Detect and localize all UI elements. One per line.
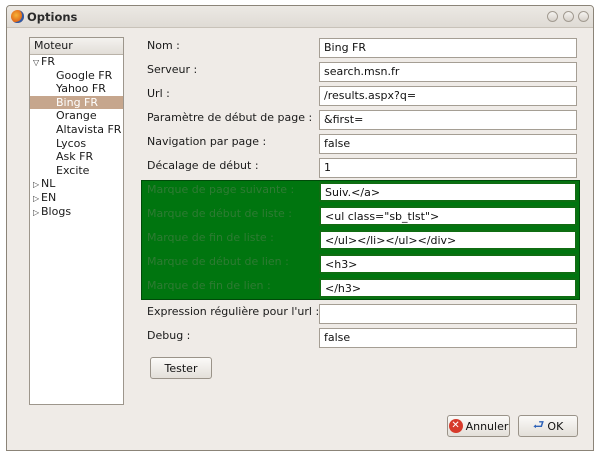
cancel-icon: ✕	[448, 419, 463, 433]
tree-group[interactable]: ▷ EN	[30, 191, 123, 205]
field-label: Url :	[147, 87, 170, 100]
tree-item-label: Orange	[56, 109, 97, 123]
field-label: Décalage de début :	[147, 159, 259, 172]
field-input[interactable]: Bing FR	[319, 38, 577, 58]
cancel-button-label: Annuler	[465, 419, 509, 433]
field-input[interactable]: </h3>	[319, 278, 577, 298]
tree-item-label: Bing FR	[56, 95, 99, 109]
firefox-icon	[11, 10, 24, 23]
tree-item-label: EN	[41, 190, 57, 204]
tree-item-label: Excite	[56, 163, 90, 177]
field-input[interactable]: <h3>	[319, 254, 577, 274]
expand-right-icon[interactable]: ▷	[33, 192, 41, 206]
field-label: Nom :	[147, 39, 180, 52]
field-label: Marque de début de liste :	[147, 207, 292, 220]
window-title: Options	[27, 10, 78, 24]
close-button[interactable]	[578, 11, 589, 22]
tree-item[interactable]: Bing FR	[30, 95, 123, 110]
ok-button-label: OK	[547, 419, 564, 433]
field-input[interactable]	[319, 304, 577, 324]
expand-right-icon[interactable]: ▷	[33, 178, 41, 192]
tree-item[interactable]: Orange	[30, 109, 123, 123]
tree-item-label: Yahoo FR	[56, 82, 106, 96]
field-label: Marque de fin de liste :	[147, 231, 274, 244]
tree-group[interactable]: ▷ NL	[30, 177, 123, 191]
tree-item-label: Google FR	[56, 68, 113, 82]
field-label: Expression régulière pour l'url :	[147, 305, 320, 318]
field-input[interactable]: search.msn.fr	[319, 62, 577, 82]
expand-down-icon[interactable]: ▽	[33, 56, 41, 70]
field-label: Serveur :	[147, 63, 198, 76]
field-label: Debug :	[147, 329, 191, 342]
test-button-label: Tester	[164, 361, 198, 375]
tree-item-label: NL	[41, 177, 56, 191]
minimize-button[interactable]	[547, 11, 558, 22]
field-input[interactable]: <ul class="sb_tlst">	[319, 206, 577, 226]
maximize-button[interactable]	[563, 11, 574, 22]
tree-group[interactable]: ▷ Blogs	[30, 205, 123, 219]
title-bar[interactable]: Options	[7, 6, 593, 28]
tree-item[interactable]: Yahoo FR	[30, 82, 123, 96]
tree-item-label: Blogs	[41, 204, 72, 218]
engine-tree-rows: ▽ FR Google FR Yahoo FR Bing FR Orange Altavis…	[30, 55, 123, 218]
ok-button[interactable]: ⮐ OK	[518, 415, 578, 437]
test-button[interactable]: Tester	[150, 357, 212, 379]
expand-right-icon[interactable]: ▷	[33, 206, 41, 220]
field-label: Marque de début de lien :	[147, 255, 289, 268]
tree-item[interactable]: Excite	[30, 164, 123, 178]
engine-tree[interactable]: Moteur ▽ FR Google FR Yahoo FR Bing FR Orange…	[29, 37, 124, 405]
tree-item-label: Ask FR	[56, 150, 94, 164]
field-input[interactable]: &first=	[319, 110, 577, 130]
ok-arrow-icon: ⮐	[532, 418, 545, 433]
field-input[interactable]: </ul></li></ul></div>	[319, 230, 577, 250]
tree-item[interactable]: Altavista FR	[30, 123, 123, 137]
options-dialog: Options Moteur ▽ FR Google FR Yahoo FR Bing …	[6, 5, 594, 451]
tree-item-label: Lycos	[56, 136, 87, 150]
tree-item-label: Altavista FR	[56, 122, 122, 136]
field-label: Paramètre de début de page :	[147, 111, 313, 124]
field-label: Marque de fin de lien :	[147, 279, 271, 292]
tree-item[interactable]: Google FR	[30, 69, 123, 83]
tree-item[interactable]: Ask FR	[30, 150, 123, 164]
field-input[interactable]: 1	[319, 158, 577, 178]
field-label: Navigation par page :	[147, 135, 267, 148]
field-input[interactable]: Suiv.</a>	[319, 182, 577, 202]
field-label: Marque de page suivante :	[147, 183, 295, 196]
cancel-button[interactable]: ✕ Annuler	[447, 415, 510, 437]
tree-item[interactable]: Lycos	[30, 137, 123, 151]
engine-list-header[interactable]: Moteur	[30, 38, 123, 55]
tree-item-label: FR	[41, 55, 55, 68]
field-input[interactable]: false	[319, 328, 577, 348]
field-input[interactable]: false	[319, 134, 577, 154]
tree-group[interactable]: ▽ FR	[30, 55, 123, 69]
field-input[interactable]: /results.aspx?q=	[319, 86, 577, 106]
